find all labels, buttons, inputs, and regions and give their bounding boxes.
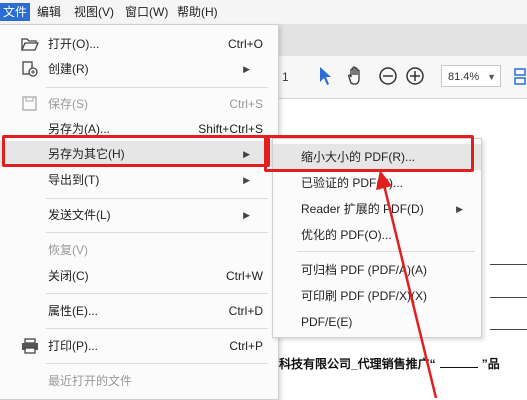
submenu-item-label: 已验证的 PDF(C)... [301, 176, 403, 190]
folder-open-icon [21, 36, 39, 52]
printer-icon [21, 338, 39, 354]
chevron-right-icon: ▶ [243, 64, 250, 74]
menu-item-label: 恢复(V) [48, 243, 88, 257]
menu-item-label: 发送文件(L) [48, 208, 111, 222]
submenu-item-optimized-pdf[interactable]: 优化的 PDF(O)... [273, 222, 481, 248]
chevron-down-icon: ▼ [487, 72, 496, 82]
menu-item-properties[interactable]: 属性(E)... Ctrl+D [0, 298, 278, 324]
zoom-dropdown[interactable]: 81.4% ▼ [441, 65, 501, 87]
menu-file[interactable]: 文件 [0, 3, 31, 21]
menu-item-label: 导出到(T) [48, 173, 100, 187]
menu-view[interactable]: 视图(V) [74, 3, 114, 21]
menu-item-shortcut: Ctrl+S [229, 97, 263, 111]
document-text: 科技有限公司_代理销售推广“ ”品 [279, 355, 500, 372]
menu-item-label: 打印(P)... [48, 339, 98, 353]
menu-item-send-file[interactable]: 发送文件(L) ▶ [0, 202, 278, 228]
menu-divider [46, 363, 268, 364]
menu-divider [46, 293, 268, 294]
menu-item-label: 关闭(C) [48, 269, 89, 283]
menu-window[interactable]: 窗口(W) [125, 3, 168, 21]
document-text-end: ”品 [481, 357, 500, 371]
menubar: 文件 编辑 视图(V) 窗口(W) 帮助(H) [0, 0, 527, 25]
save-icon [21, 96, 39, 112]
menu-item-open[interactable]: 打开(O)... Ctrl+O [0, 31, 278, 57]
zoom-in-icon[interactable] [405, 66, 425, 88]
submenu-item-pdf-a[interactable]: 可归档 PDF (PDF/A)(A) [273, 257, 481, 283]
menu-item-export[interactable]: 导出到(T) ▶ [0, 167, 278, 193]
menu-item-shortcut: Ctrl+W [226, 269, 263, 283]
create-pdf-icon [21, 61, 39, 77]
chevron-right-icon: ▶ [243, 210, 250, 220]
zoom-out-icon[interactable] [378, 66, 398, 88]
annotation-highlight-save-as-other [2, 135, 270, 167]
hand-tool-icon[interactable] [345, 66, 365, 88]
select-tool-icon[interactable] [318, 66, 332, 88]
submenu-item-label: PDF/E(E) [301, 315, 353, 329]
submenu-item-label: 优化的 PDF(O)... [301, 228, 392, 242]
menu-divider [46, 198, 268, 199]
menu-item-label: 最近打开的文件 [48, 374, 133, 388]
submenu-item-reader-extended-pdf[interactable]: Reader 扩展的 PDF(D) ▶ [273, 196, 481, 222]
file-menu: 打开(O)... Ctrl+O 创建(R) ▶ 保存(S) Ctrl+S 另存为… [0, 24, 279, 400]
annotation-highlight-reduced-size-pdf [264, 135, 474, 172]
menu-item-label: 打开(O)... [48, 37, 100, 51]
menu-item-shortcut: Ctrl+D [228, 304, 263, 318]
doc-rule [490, 297, 527, 298]
chevron-right-icon: ▶ [456, 204, 463, 214]
menu-help[interactable]: 帮助(H) [177, 3, 218, 21]
page-number: 1 [282, 70, 289, 84]
menu-divider [46, 232, 268, 233]
menu-item-create[interactable]: 创建(R) ▶ [0, 56, 278, 82]
menu-item-shortcut: Ctrl+O [227, 37, 263, 51]
menu-item-revert[interactable]: 恢复(V) [0, 237, 278, 263]
submenu-item-certified-pdf[interactable]: 已验证的 PDF(C)... [273, 170, 481, 196]
menu-item-recent-files[interactable]: 最近打开的文件 [0, 368, 278, 394]
menu-item-print[interactable]: 打印(P)... Ctrl+P [0, 333, 278, 359]
submenu-item-pdf-x[interactable]: 可印刷 PDF (PDF/X)(X) [273, 283, 481, 309]
menu-item-save[interactable]: 保存(S) Ctrl+S [0, 91, 278, 117]
menu-item-shortcut: Ctrl+P [229, 339, 263, 353]
menu-item-label: 保存(S) [48, 97, 88, 111]
submenu-item-label: 可归档 PDF (PDF/A)(A) [301, 263, 427, 277]
zoom-value: 81.4% [448, 71, 480, 83]
submenu-divider [297, 251, 475, 252]
menu-item-label: 属性(E)... [48, 304, 98, 318]
menu-divider [46, 328, 268, 329]
doc-rule [490, 329, 527, 330]
chevron-right-icon: ▶ [243, 175, 250, 185]
menu-item-label: 创建(R) [48, 62, 89, 76]
blank-underline [439, 367, 478, 368]
doc-rule [490, 264, 527, 265]
submenu-item-label: 可印刷 PDF (PDF/X)(X) [301, 289, 427, 303]
submenu-item-pdf-e[interactable]: PDF/E(E) [273, 309, 481, 335]
menu-divider [46, 87, 268, 88]
document-text-main: 科技有限公司_代理销售推广“ [279, 357, 436, 371]
page-layout-icon[interactable] [514, 66, 526, 88]
submenu-item-label: Reader 扩展的 PDF(D) [301, 202, 424, 216]
menu-edit[interactable]: 编辑 [37, 3, 61, 21]
menu-item-close[interactable]: 关闭(C) Ctrl+W [0, 263, 278, 289]
